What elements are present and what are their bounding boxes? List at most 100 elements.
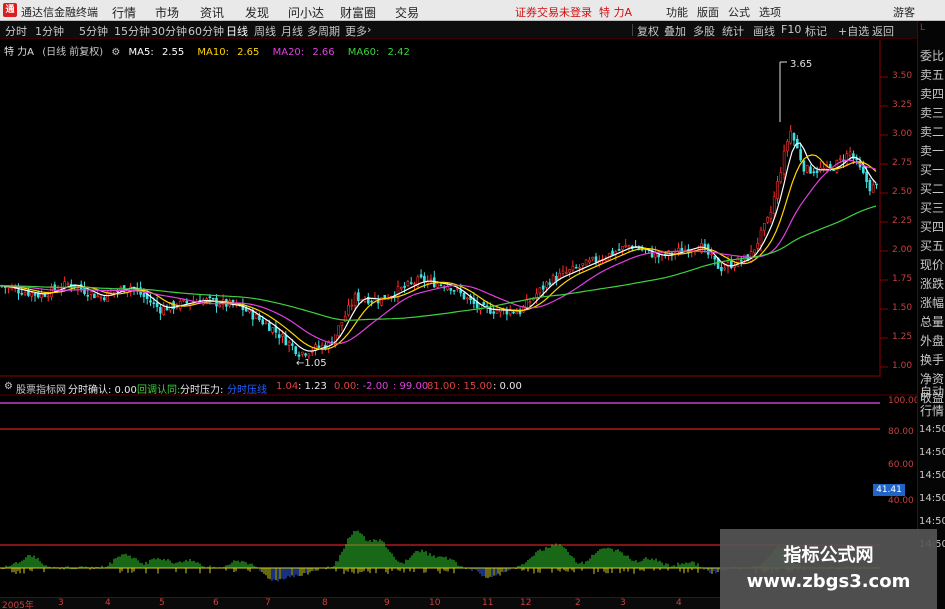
panel-time: 14:50 <box>919 493 945 504</box>
panel-item[interactable]: 涨幅 <box>920 294 944 311</box>
app-title: 通达信金融终端 <box>21 6 98 19</box>
candle-body <box>815 170 819 173</box>
candle-body <box>300 351 304 355</box>
indicator-settings-icon[interactable]: ⚙ <box>4 381 13 392</box>
candle-body <box>116 290 119 293</box>
menu-trade[interactable]: 交易 <box>395 4 419 21</box>
candle-body <box>353 293 357 306</box>
candle-body <box>277 334 281 338</box>
period-60min[interactable]: 60分钟 <box>188 23 224 39</box>
multi-stock-button[interactable]: 多股 <box>693 23 715 39</box>
period-daily[interactable]: 日线 <box>226 23 248 39</box>
login-status[interactable]: 证券交易未登录 特 力A <box>515 4 632 20</box>
ma10-label: MA10: 2.65 <box>197 47 260 58</box>
period-5min[interactable]: 5分钟 <box>79 23 108 39</box>
panel-item[interactable]: 涨跌 <box>920 275 944 292</box>
panel-item[interactable]: 买四 <box>920 218 944 235</box>
candle-body <box>584 259 588 266</box>
menu-ask[interactable]: 问小达 <box>288 4 324 21</box>
panel-item[interactable]: 现价 <box>920 256 944 273</box>
panel-item[interactable]: 自动 <box>920 383 944 400</box>
candle-body <box>568 269 571 273</box>
panel-item[interactable]: 卖二 <box>920 123 944 140</box>
candle-body <box>492 311 496 314</box>
price-tick-label: 3.50 <box>892 71 913 81</box>
panel-item[interactable]: 买二 <box>920 180 944 197</box>
menu-layout[interactable]: 版面 <box>697 4 719 20</box>
panel-item[interactable]: 委比 <box>920 47 944 64</box>
ma-line-20 <box>0 159 877 345</box>
low-price-value: 1.05 <box>304 358 326 369</box>
indicator-item: : 99.00 <box>393 381 429 392</box>
candle-body <box>413 283 416 286</box>
period-monthly[interactable]: 月线 <box>281 23 303 39</box>
stats-button[interactable]: 统计 <box>722 23 744 39</box>
candle-body <box>594 256 598 263</box>
mark-button[interactable]: 标记 <box>805 23 827 39</box>
menu-formula[interactable]: 公式 <box>728 4 750 20</box>
menu-news[interactable]: 资讯 <box>200 4 224 21</box>
candle-body <box>776 181 779 199</box>
period-multi[interactable]: 多周期 <box>307 23 340 39</box>
add-watchlist-button[interactable]: +自选 <box>838 23 869 39</box>
panel-item[interactable]: 卖三 <box>920 104 944 121</box>
menu-options[interactable]: 选项 <box>759 4 781 20</box>
period-1min[interactable]: 1分钟 <box>35 23 64 39</box>
candlesticks <box>0 124 878 361</box>
panel-item[interactable]: 外盘 <box>920 332 944 349</box>
adjust-button[interactable]: 复权 <box>637 23 659 39</box>
menu-market[interactable]: 市场 <box>155 4 179 21</box>
panel-item[interactable]: 卖一 <box>920 142 944 159</box>
panel-item[interactable]: 总量 <box>920 313 944 330</box>
date-label: 4 <box>105 598 111 608</box>
watermark: 指标公式网 www.zbgs3.com <box>720 529 937 609</box>
price-tick-label: 1.50 <box>892 303 913 313</box>
adjust-label: (日线 前复权) <box>42 47 104 58</box>
panel-item[interactable]: 卖五 <box>920 66 944 83</box>
overlay-button[interactable]: 叠加 <box>664 23 686 39</box>
kline-chart[interactable]: 3.65 ←1.05 <box>0 40 917 377</box>
menu-quotes[interactable]: 行情 <box>112 4 136 21</box>
candle-body <box>861 166 865 174</box>
candle-body <box>63 281 67 288</box>
candle-body <box>406 281 410 287</box>
candle-body <box>452 290 456 292</box>
candle-body <box>436 283 439 288</box>
period-more[interactable]: 更多 <box>345 23 367 39</box>
candle-body <box>17 289 20 294</box>
period-weekly[interactable]: 周线 <box>254 23 276 39</box>
candle-body <box>439 284 443 287</box>
guest-label[interactable]: 游客 <box>893 4 915 20</box>
candle-body <box>495 309 499 314</box>
panel-item[interactable]: 卖四 <box>920 85 944 102</box>
candle-body <box>756 242 760 249</box>
panel-item[interactable]: 买一 <box>920 161 944 178</box>
candle-body <box>218 304 222 307</box>
panel-item[interactable]: 行情 <box>920 402 944 419</box>
panel-item[interactable]: 买三 <box>920 199 944 216</box>
candle-body <box>30 292 34 297</box>
candle-body <box>868 179 872 192</box>
f10-button[interactable]: F10 <box>781 23 801 36</box>
candle-body <box>723 267 727 270</box>
draw-line-button[interactable]: 画线 <box>753 23 775 39</box>
panel-item[interactable]: 换手 <box>920 351 944 368</box>
period-30min[interactable]: 30分钟 <box>151 23 187 39</box>
candle-body <box>152 302 156 305</box>
candle-body <box>449 288 453 291</box>
period-tick[interactable]: 分时 <box>5 23 27 39</box>
menu-function[interactable]: 功能 <box>666 4 688 20</box>
indicator-item: 1.04 <box>276 381 299 392</box>
panel-item[interactable]: 买五 <box>920 237 944 254</box>
candle-body <box>281 333 284 337</box>
candle-body <box>307 353 311 357</box>
menu-wealth[interactable]: 财富圈 <box>340 4 376 21</box>
low-arrow-icon: ← <box>296 358 304 369</box>
period-15min[interactable]: 15分钟 <box>114 23 150 39</box>
menu-discover[interactable]: 发现 <box>245 4 269 21</box>
candle-body <box>112 291 116 294</box>
more-chevron-icon[interactable]: › <box>367 23 371 36</box>
candle-body <box>654 252 657 258</box>
back-button[interactable]: 返回 <box>872 23 894 39</box>
candle-body <box>759 229 763 246</box>
